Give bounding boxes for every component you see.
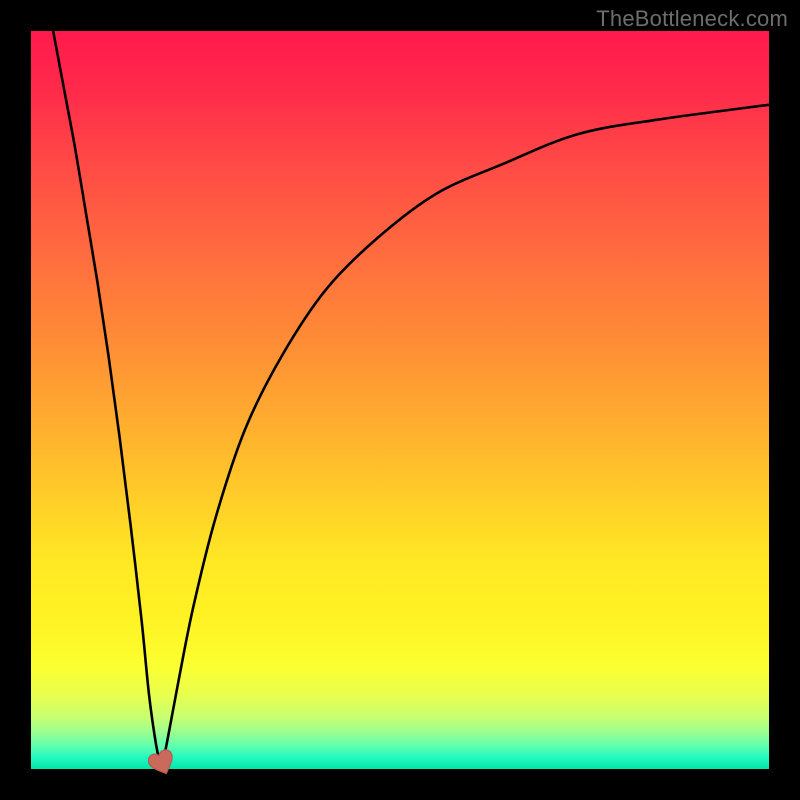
heart-icon — [148, 749, 176, 777]
plot-area — [31, 31, 769, 769]
curve-layer — [31, 31, 769, 769]
bottleneck-curve — [53, 31, 769, 772]
watermark-text: TheBottleneck.com — [596, 6, 788, 32]
chart-frame: TheBottleneck.com — [0, 0, 800, 800]
